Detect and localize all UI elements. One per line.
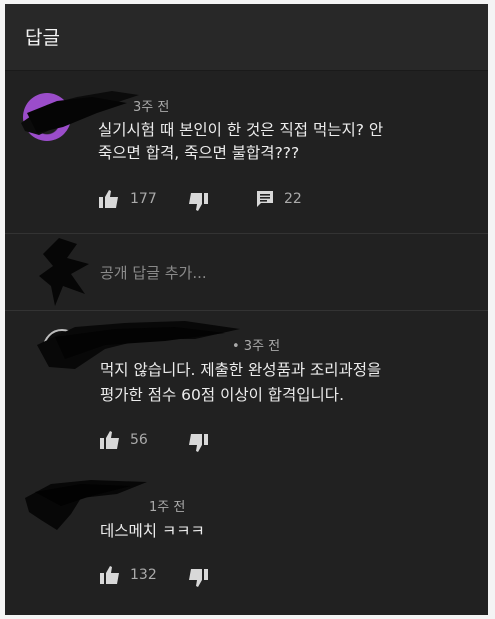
page-title: 답글 (25, 27, 60, 49)
comment-icon (257, 191, 273, 207)
thumbs-up-icon (100, 431, 119, 449)
reply-comment: 1주 전 데스메치 ㅋㅋㅋ 132 (5, 474, 488, 615)
dislike-button[interactable] (188, 193, 208, 211)
original-comment: 3주 전 실기시험 때 본인이 한 것은 직접 먹는지? 안 죽으면 합격, 죽… (5, 71, 488, 233)
thumbs-down-icon (189, 569, 208, 587)
like-button[interactable]: 132 (100, 566, 157, 584)
reply-input[interactable]: 공개 답글 추가... (100, 262, 207, 283)
reply-count-button[interactable]: 22 (256, 190, 302, 208)
reply-count: 22 (284, 191, 302, 207)
thumbs-up-icon (99, 190, 118, 208)
like-count: 177 (130, 191, 157, 207)
like-button[interactable]: 56 (100, 431, 148, 449)
comment-text-line-1: 먹지 않습니다. 제출한 완성품과 조리과정을 (100, 361, 382, 379)
thumbs-up-icon (100, 566, 119, 584)
like-button[interactable]: 177 (99, 190, 157, 208)
reply-comment: • 3주 전 먹지 않습니다. 제출한 완성품과 조리과정을 평가한 점수 60… (5, 311, 488, 473)
like-count: 132 (130, 567, 157, 583)
comment-text-line-1: 실기시험 때 본인이 한 것은 직접 먹는지? 안 (98, 121, 384, 139)
header: 답글 (5, 4, 488, 71)
dislike-button[interactable] (188, 569, 208, 587)
comment-time: 1주 전 (149, 500, 186, 515)
comment-text-line-2: 평가한 점수 60점 이상이 합격입니다. (100, 386, 344, 404)
thumbs-down-icon (189, 193, 208, 211)
comment-time: • 3주 전 (232, 339, 281, 354)
comment-text-line-2: 죽으면 합격, 죽으면 불합격??? (98, 144, 300, 162)
comment-text-line-1: 데스메치 ㅋㅋㅋ (100, 522, 205, 540)
dislike-button[interactable] (188, 434, 208, 452)
reply-input-row: 공개 답글 추가... (5, 234, 488, 310)
screen: 답글 3주 전 실기시험 때 본인이 한 것은 직접 먹는지? 안 죽으면 합격… (5, 4, 488, 615)
redacted-avatar-scribble (39, 238, 89, 306)
thumbs-down-icon (189, 434, 208, 452)
like-count: 56 (130, 432, 148, 448)
comment-time: 3주 전 (133, 100, 170, 115)
